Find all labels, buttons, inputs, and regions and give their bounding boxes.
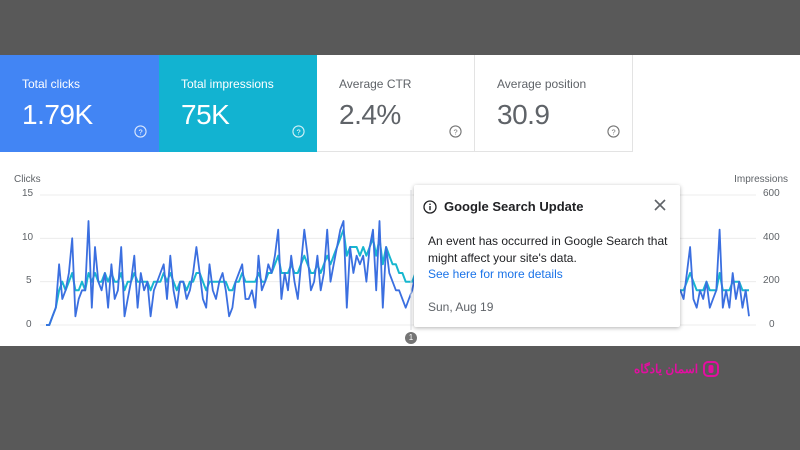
close-icon[interactable] <box>652 197 668 213</box>
tooltip-title: Google Search Update <box>444 199 584 214</box>
logo-icon <box>703 361 720 377</box>
details-link[interactable]: See here for more details <box>428 267 563 281</box>
performance-chart[interactable] <box>0 55 800 346</box>
tooltip-body: An event has occurred in Google Search t… <box>428 234 668 265</box>
watermark-text: اسمان یادگاه <box>634 362 699 376</box>
performance-panel: Total clicks 1.79K ? Total impressions 7… <box>0 55 800 346</box>
watermark-logo: اسمان یادگاه <box>634 360 720 378</box>
event-marker[interactable]: 1 <box>405 332 417 344</box>
info-icon <box>423 200 437 214</box>
search-update-tooltip: Google Search Update An event has occurr… <box>414 185 680 327</box>
tooltip-date: Sun, Aug 19 <box>428 300 494 314</box>
